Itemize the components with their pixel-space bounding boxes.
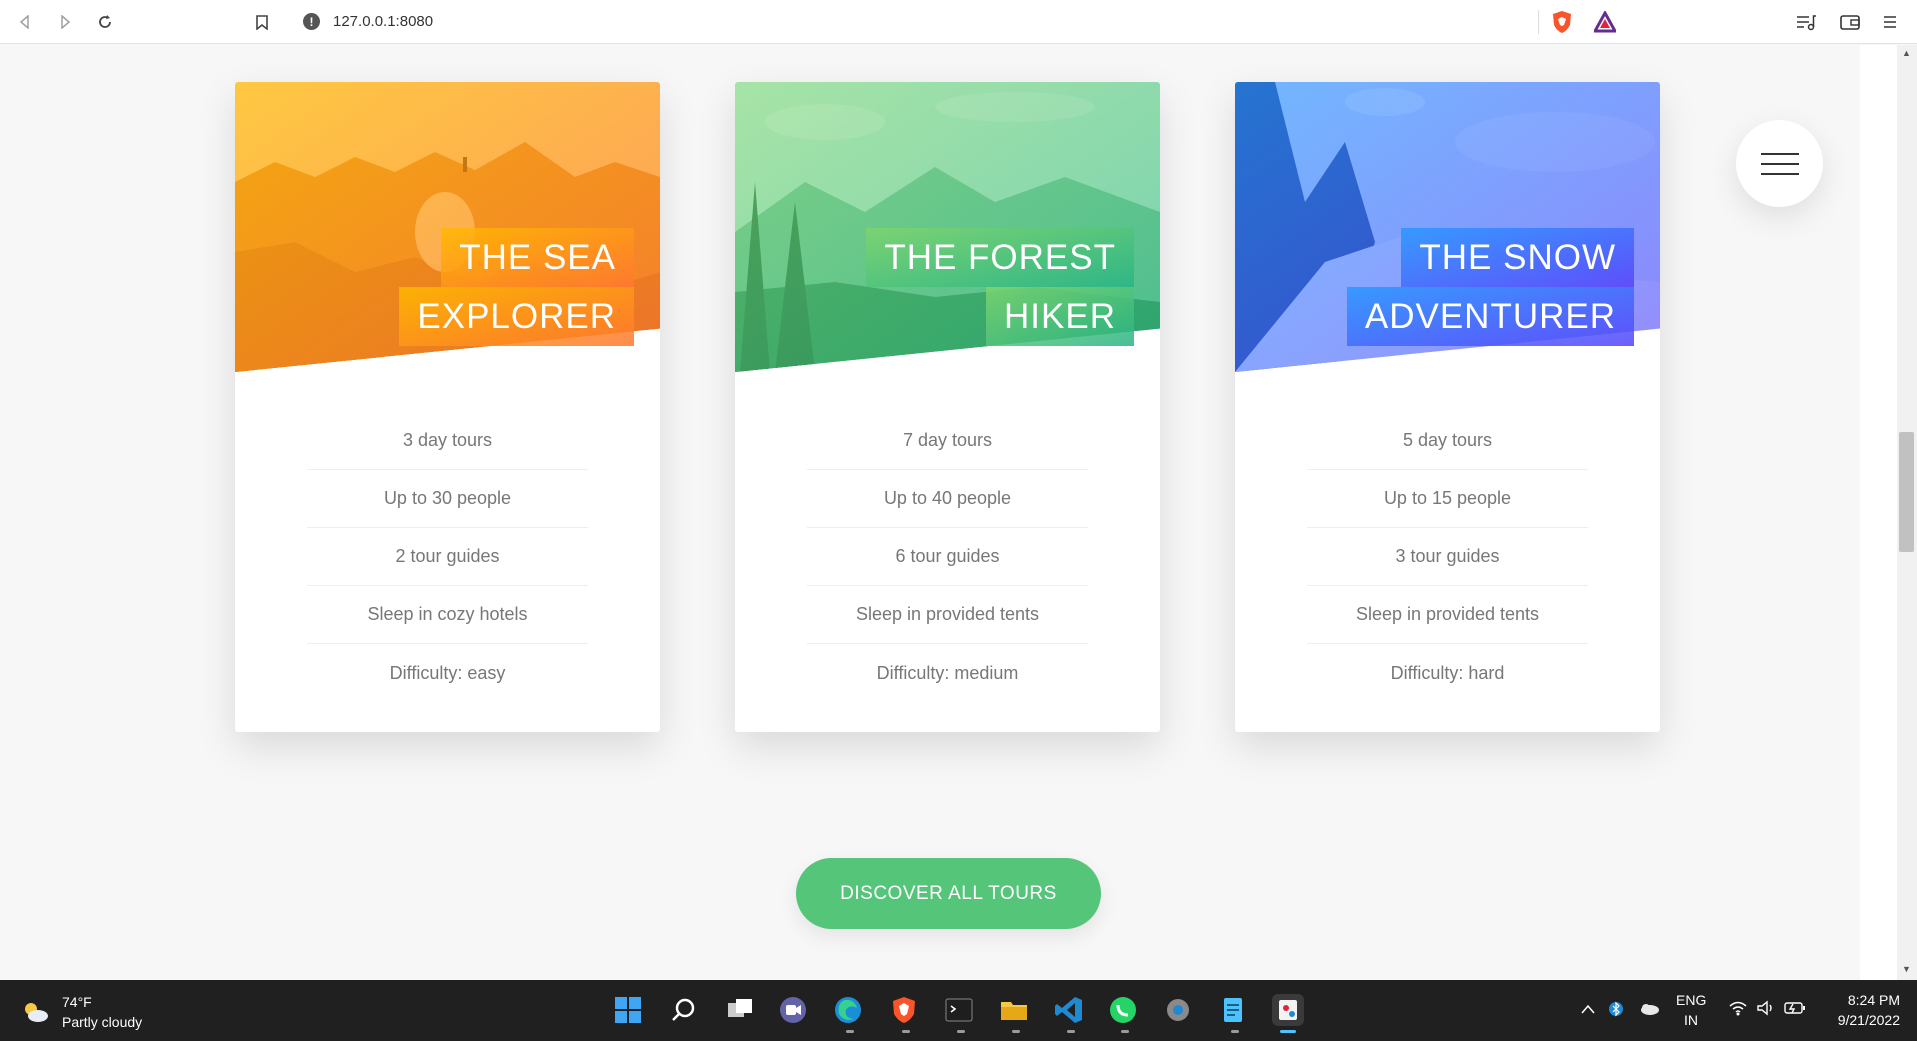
time-text: 8:24 PM	[1847, 992, 1900, 1008]
address-bar[interactable]: ! 127.0.0.1:8080	[289, 6, 1609, 37]
battery-icon[interactable]	[1784, 1000, 1806, 1021]
running-indicator	[1231, 1030, 1239, 1033]
heading-line: Adventurer	[1346, 287, 1634, 346]
terminal-icon[interactable]	[943, 994, 975, 1026]
hamburger-icon	[1760, 172, 1799, 175]
url-text: 127.0.0.1:8080	[333, 13, 434, 30]
bookmark-icon[interactable]	[251, 11, 273, 33]
card-heading-snow: The Snow Adventurer	[1346, 228, 1634, 346]
detail-item: Difficulty: hard	[1390, 662, 1505, 683]
brave-browser-icon[interactable]	[888, 994, 920, 1026]
navigation-menu-button[interactable]	[1736, 120, 1823, 207]
heading-line: The Forest	[866, 228, 1134, 287]
chevron-up-icon[interactable]	[1580, 1002, 1596, 1020]
running-indicator	[1067, 1030, 1075, 1033]
wifi-icon[interactable]	[1728, 1000, 1748, 1021]
detail-item: Up to 30 people	[307, 470, 588, 528]
scroll-down-icon[interactable]: ▼	[1899, 964, 1914, 978]
site-info-icon[interactable]: !	[303, 13, 320, 30]
reload-icon[interactable]	[94, 11, 116, 33]
edge-browser-icon[interactable]	[832, 994, 864, 1026]
language-indicator[interactable]: ENG IN	[1676, 990, 1706, 1030]
onedrive-icon[interactable]	[1638, 1002, 1660, 1021]
taskbar: 74°F Partly cloudy ENG IN 8:24 PM 9/21/2…	[0, 980, 1917, 1041]
snipping-tool-icon[interactable]	[1272, 994, 1304, 1026]
detail-item: 3 tour guides	[1307, 528, 1588, 586]
weather-condition: Partly cloudy	[62, 1014, 143, 1030]
weather-widget[interactable]: 74°F Partly cloudy	[20, 992, 142, 1032]
browser-toolbar: ! 127.0.0.1:8080	[0, 0, 1917, 44]
detail-item: Difficulty: medium	[876, 662, 1019, 683]
search-icon[interactable]	[668, 994, 700, 1026]
page-edge	[1860, 45, 1897, 980]
card-details-sea: 3 day tours Up to 30 people 2 tour guide…	[307, 412, 588, 702]
detail-item: Sleep in provided tents	[1307, 586, 1588, 644]
browser-menu-icon[interactable]	[1882, 12, 1904, 32]
card-heading-forest: The Forest Hiker	[866, 228, 1134, 346]
card-heading-sea: The Sea Explorer	[399, 228, 634, 346]
forward-icon[interactable]	[54, 11, 76, 33]
running-indicator	[1012, 1030, 1020, 1033]
tour-card-forest[interactable]: The Forest Hiker 7 day tours Up to 40 pe…	[735, 82, 1160, 732]
running-indicator	[1121, 1030, 1129, 1033]
detail-item: Up to 40 people	[807, 470, 1088, 528]
wallet-icon[interactable]	[1839, 12, 1861, 32]
discover-all-tours-button[interactable]: Discover all tours	[796, 858, 1101, 929]
back-icon[interactable]	[14, 11, 36, 33]
running-indicator	[902, 1030, 910, 1033]
heading-line: The Snow	[1401, 228, 1634, 287]
file-explorer-icon[interactable]	[998, 994, 1030, 1026]
notepad-icon[interactable]	[1217, 994, 1249, 1026]
detail-item: 6 tour guides	[807, 528, 1088, 586]
heading-line: Explorer	[399, 287, 634, 346]
date-text: 9/21/2022	[1837, 1012, 1900, 1028]
clock[interactable]: 8:24 PM 9/21/2022	[1820, 990, 1900, 1030]
heading-line: Hiker	[986, 287, 1134, 346]
heading-line: The Sea	[441, 228, 634, 287]
detail-item: Up to 15 people	[1307, 470, 1588, 528]
detail-item: 5 day tours	[1307, 412, 1588, 470]
vscode-icon[interactable]	[1053, 994, 1085, 1026]
scrollbar-thumb[interactable]	[1899, 432, 1914, 552]
bluetooth-icon[interactable]	[1609, 999, 1623, 1024]
detail-item: Sleep in provided tents	[807, 586, 1088, 644]
detail-item: 2 tour guides	[307, 528, 588, 586]
task-view-icon[interactable]	[724, 994, 756, 1026]
detail-item: Sleep in cozy hotels	[307, 586, 588, 644]
teams-chat-icon[interactable]	[777, 994, 809, 1026]
temperature: 74°F	[62, 994, 92, 1010]
start-icon[interactable]	[612, 994, 644, 1026]
running-indicator	[957, 1030, 965, 1033]
volume-icon[interactable]	[1756, 1000, 1776, 1021]
scroll-up-icon[interactable]: ▲	[1899, 48, 1914, 62]
partly-cloudy-icon	[25, 1003, 48, 1022]
language-code: ENG	[1676, 992, 1707, 1008]
detail-item: Difficulty: easy	[389, 662, 506, 683]
running-indicator	[846, 1030, 854, 1033]
brave-shield-icon[interactable]	[1551, 10, 1573, 34]
card-details-forest: 7 day tours Up to 40 people 6 tour guide…	[807, 412, 1088, 702]
active-indicator	[1280, 1030, 1296, 1033]
detail-item: 3 day tours	[307, 412, 588, 470]
tour-card-sea[interactable]: The Sea Explorer 3 day tours Up to 30 pe…	[235, 82, 660, 732]
brave-rewards-icon[interactable]	[1592, 9, 1618, 33]
hamburger-icon	[1760, 152, 1799, 155]
detail-item: 7 day tours	[807, 412, 1088, 470]
playlist-icon[interactable]	[1795, 12, 1817, 32]
divider	[1538, 10, 1539, 34]
region-code: IN	[1684, 1012, 1698, 1028]
whatsapp-icon[interactable]	[1107, 994, 1139, 1026]
settings-icon[interactable]	[1162, 994, 1194, 1026]
card-details-snow: 5 day tours Up to 15 people 3 tour guide…	[1307, 412, 1588, 702]
tour-card-snow[interactable]: The Snow Adventurer 5 day tours Up to 15…	[1235, 82, 1660, 732]
hamburger-icon	[1760, 162, 1799, 165]
